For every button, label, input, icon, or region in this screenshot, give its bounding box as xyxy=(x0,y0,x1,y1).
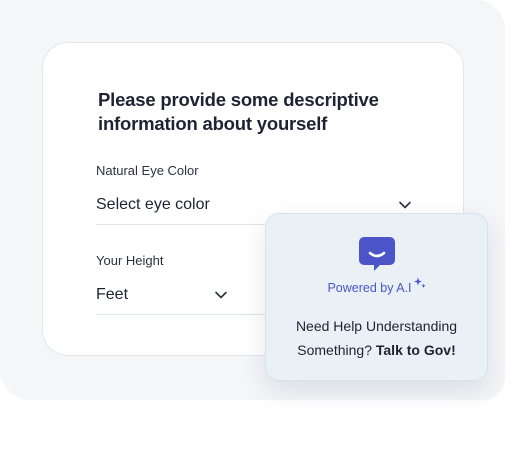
help-line-1: Need Help Understanding xyxy=(295,318,458,334)
talk-to-gov-link[interactable]: Talk to Gov! xyxy=(376,342,456,358)
sparkle-icon xyxy=(413,277,426,289)
eye-color-label: Natural Eye Color xyxy=(96,163,199,178)
chat-bubble-smile-icon xyxy=(358,235,396,273)
eye-color-select-value: Select eye color xyxy=(96,195,210,213)
height-unit-value: Feet xyxy=(96,285,129,303)
form-title: Please provide some descriptive informat… xyxy=(98,89,379,134)
chevron-down-icon xyxy=(214,288,228,302)
powered-by-row: Powered by A.I xyxy=(266,277,487,295)
height-unit-select[interactable]: Feet xyxy=(96,275,276,315)
page: Please provide some descriptive informat… xyxy=(0,0,512,464)
chevron-down-icon xyxy=(398,198,412,212)
help-text: Need Help Understanding Something? Talk … xyxy=(266,314,487,362)
height-label: Your Height xyxy=(96,253,164,268)
help-line-2-prefix: Something? xyxy=(297,342,372,358)
powered-by-label: Powered by A.I xyxy=(327,281,412,295)
ai-assistant-card[interactable]: Powered by A.I Need Help Understanding S… xyxy=(265,213,488,381)
help-line-2: Something? Talk to Gov! xyxy=(266,338,487,362)
